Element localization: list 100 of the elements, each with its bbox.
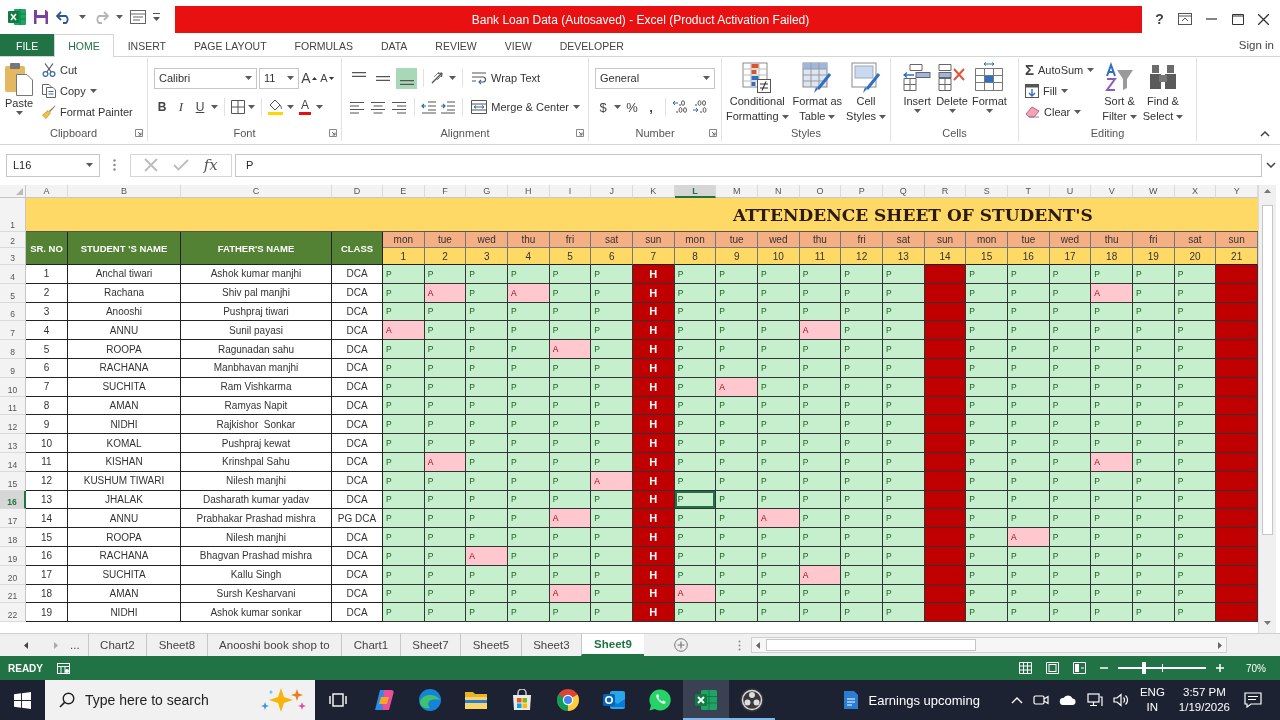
column-header[interactable]: B <box>68 185 181 198</box>
increase-indent-icon[interactable] <box>440 100 457 114</box>
ribbon-tab[interactable]: PAGE LAYOUT <box>180 34 281 56</box>
column-header[interactable]: H <box>508 185 550 198</box>
column-header[interactable]: G <box>466 185 508 198</box>
region-indicator[interactable]: IN <box>1146 700 1159 715</box>
right-arrow-icon[interactable] <box>1217 641 1222 649</box>
row-header[interactable]: 1 <box>0 198 26 232</box>
dialog-launcher-icon[interactable] <box>709 128 717 137</box>
column-header[interactable]: J <box>591 185 633 198</box>
name-box[interactable]: L16 <box>6 153 100 177</box>
clock-date[interactable]: 1/19/2026 <box>1178 700 1230 715</box>
column-header[interactable]: Y <box>1216 185 1258 198</box>
ribbon-tab[interactable]: INSERT <box>113 34 180 56</box>
number-format-dropdown[interactable]: General <box>595 67 715 89</box>
speaker-icon[interactable] <box>1112 693 1129 707</box>
fill-button[interactable]: Fill <box>1023 80 1097 101</box>
clear-button[interactable]: Clear <box>1023 101 1097 122</box>
column-header[interactable]: T <box>1008 185 1050 198</box>
macro-record-icon[interactable] <box>57 662 70 674</box>
shrink-font-button[interactable]: A <box>319 67 335 89</box>
caret-icon[interactable] <box>614 105 621 109</box>
ribbon-display-options-icon[interactable] <box>1178 13 1192 25</box>
collapse-ribbon-icon[interactable] <box>1260 131 1270 137</box>
column-header[interactable]: A <box>26 185 68 198</box>
format-button[interactable]: Format <box>971 58 1007 124</box>
notification-icon[interactable] <box>1244 692 1262 708</box>
row-header[interactable]: 22 <box>0 603 26 623</box>
increase-decimal-icon[interactable] <box>672 100 689 114</box>
ribbon-tab[interactable]: FORMULAS <box>280 34 367 56</box>
grow-font-button[interactable]: A <box>301 67 317 89</box>
language-indicator[interactable]: ENG <box>1139 685 1165 700</box>
paste-button[interactable]: Paste <box>4 58 34 124</box>
sheet-tab[interactable]: Sheet9 <box>581 634 644 656</box>
percent-button[interactable]: % <box>624 96 640 118</box>
row-header[interactable]: 13 <box>0 434 26 453</box>
column-header[interactable]: U <box>1049 185 1092 198</box>
format-painter-button[interactable]: Format Painter <box>40 101 135 122</box>
caret-icon[interactable] <box>116 15 123 19</box>
find-select-button[interactable]: Find & Select <box>1142 58 1184 124</box>
column-header[interactable]: L <box>674 185 717 198</box>
ribbon-tab[interactable]: VIEW <box>490 34 546 56</box>
form-icon[interactable] <box>130 10 146 24</box>
font-name-dropdown[interactable]: Calibri <box>154 67 257 89</box>
diagonal-arrow-icon[interactable] <box>430 71 446 85</box>
decrease-decimal-icon[interactable] <box>692 100 709 114</box>
network-icon[interactable] <box>1086 693 1103 707</box>
underline-button[interactable]: U <box>192 96 208 118</box>
row-header[interactable]: 3 <box>0 248 26 265</box>
search-box[interactable]: Type here to search <box>45 680 315 720</box>
news-icon[interactable] <box>842 690 859 710</box>
scroll-thumb[interactable] <box>1262 205 1273 535</box>
ribbon-tab[interactable]: HOME <box>54 34 114 57</box>
copy-button[interactable]: Copy <box>40 80 135 101</box>
zoom-level[interactable]: 70% <box>1246 662 1266 674</box>
autosum-button[interactable]: Σ AutoSum <box>1023 59 1097 80</box>
sort-filter-button[interactable]: Sort & Filter <box>1102 58 1137 124</box>
column-header[interactable]: Q <box>883 185 925 198</box>
dialog-launcher-icon[interactable] <box>329 128 337 137</box>
ribbon-tab[interactable]: DEVELOPER <box>545 34 638 56</box>
merge-center-button[interactable]: Merge & Center <box>469 96 582 118</box>
bold-button[interactable]: B <box>154 96 170 118</box>
vertical-align-button[interactable] <box>396 67 417 89</box>
column-header[interactable]: F <box>424 185 467 198</box>
file-tab[interactable]: FILE <box>0 34 55 56</box>
undo-icon[interactable] <box>56 10 72 24</box>
sign-in-link[interactable]: Sign in <box>1238 39 1280 51</box>
row-header[interactable]: 12 <box>0 415 26 435</box>
caret-icon[interactable] <box>248 105 255 109</box>
news-headline[interactable]: Earnings upcoming <box>868 692 980 708</box>
up-arrow-icon[interactable] <box>1264 189 1271 193</box>
caret-icon[interactable] <box>79 15 86 19</box>
column-header[interactable]: O <box>799 185 842 198</box>
column-header[interactable]: C <box>181 185 332 198</box>
maximize-icon[interactable] <box>1231 13 1244 25</box>
previous-sheet-icon[interactable] <box>24 641 28 649</box>
cell-styles-button[interactable]: Cell Styles <box>846 58 887 124</box>
decrease-indent-icon[interactable] <box>421 100 438 114</box>
camera-icon[interactable] <box>1032 693 1049 707</box>
column-header[interactable]: N <box>758 185 800 198</box>
font-color-button[interactable]: A <box>297 96 313 118</box>
comma-style-button[interactable]: , <box>643 96 659 118</box>
dialog-launcher-icon[interactable] <box>576 128 584 137</box>
currency-button[interactable]: $ <box>595 96 611 118</box>
page-break-icon[interactable] <box>1073 662 1086 674</box>
column-header[interactable]: X <box>1174 185 1217 198</box>
row-header[interactable]: 18 <box>0 528 26 547</box>
page-layout-icon[interactable] <box>1046 662 1059 674</box>
format-as-table-button[interactable]: Format as Table <box>792 58 843 124</box>
delete-button[interactable]: Delete <box>936 58 968 124</box>
help-button[interactable]: ? <box>1155 11 1164 27</box>
caret-icon[interactable] <box>211 105 218 109</box>
vertical-dots-icon[interactable] <box>113 159 116 171</box>
column-header[interactable]: I <box>549 185 592 198</box>
column-header[interactable]: R <box>924 185 967 198</box>
cloud-icon[interactable] <box>1058 694 1077 706</box>
column-header[interactable]: E <box>383 185 425 198</box>
row-header[interactable]: 7 <box>0 321 26 341</box>
customize-toolbar-icon[interactable] <box>153 13 160 21</box>
down-arrow-icon[interactable] <box>1264 621 1271 625</box>
